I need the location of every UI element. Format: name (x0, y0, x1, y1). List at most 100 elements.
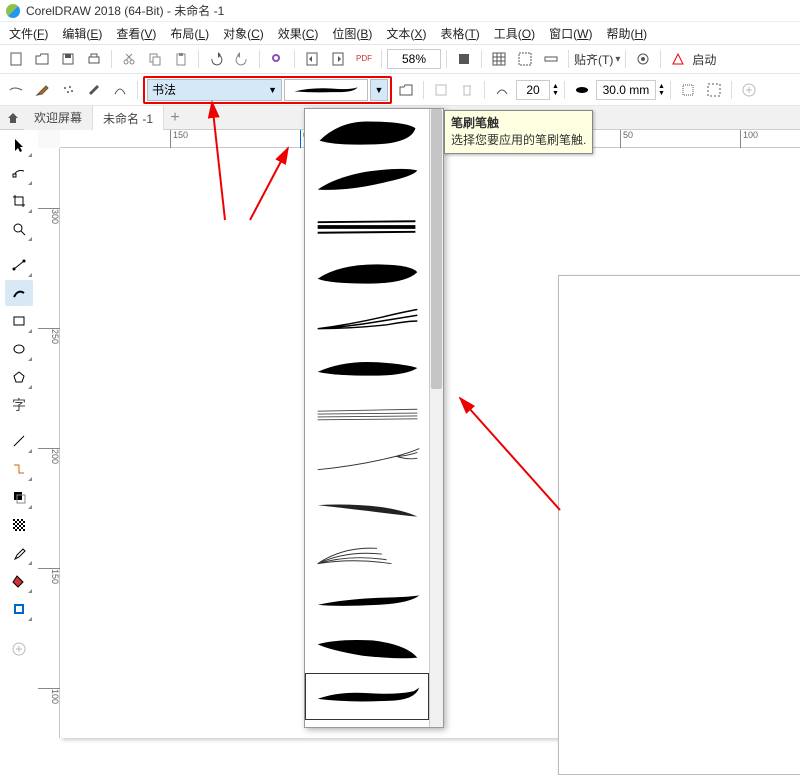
pick-tool[interactable] (5, 132, 33, 158)
brush-stroke-dropdown-arrow[interactable]: ▼ (370, 79, 388, 101)
crop-tool[interactable] (5, 188, 33, 214)
menu-object[interactable]: 对象(C) (220, 23, 267, 44)
import-button[interactable] (300, 47, 324, 71)
brush-item[interactable] (305, 156, 429, 203)
launch-label[interactable]: 启动 (692, 51, 716, 68)
expand-toolbox[interactable] (5, 636, 33, 662)
brush-type-dropdown[interactable]: 书法 ▼ (147, 79, 282, 101)
spinner-down[interactable]: ▼ (552, 90, 559, 97)
ruler-vertical: 300 250 200 150 100 (38, 148, 60, 738)
brush-item[interactable] (305, 109, 429, 156)
menu-tools[interactable]: 工具(O) (491, 23, 538, 44)
connector-tool[interactable] (5, 456, 33, 482)
chevron-down-icon: ▼ (268, 85, 277, 95)
brush-item[interactable] (305, 391, 429, 438)
brush-item[interactable] (305, 626, 429, 673)
spray-button[interactable] (56, 78, 80, 102)
tooltip: 笔刷笔触 选择您要应用的笔刷笔触. (444, 110, 593, 154)
fullscreen-button[interactable] (452, 47, 476, 71)
menu-table[interactable]: 表格(T) (437, 23, 482, 44)
brush-item[interactable] (305, 532, 429, 579)
polygon-tool[interactable] (5, 364, 33, 390)
open-button[interactable] (30, 47, 54, 71)
bounds-button[interactable] (702, 78, 726, 102)
save-brush-button[interactable] (429, 78, 453, 102)
brush-item[interactable] (305, 203, 429, 250)
menu-bitmap[interactable]: 位图(B) (329, 23, 375, 44)
bbox-button[interactable] (676, 78, 700, 102)
add-button[interactable] (737, 78, 761, 102)
brush-stroke-dropdown[interactable] (284, 79, 368, 101)
guides-button[interactable] (513, 47, 537, 71)
brush-item-selected[interactable] (305, 673, 429, 720)
home-icon[interactable] (2, 107, 24, 129)
transparency-tool[interactable] (5, 512, 33, 538)
preset-brush-button[interactable] (4, 78, 28, 102)
cut-button[interactable] (117, 47, 141, 71)
text-tool[interactable]: 字 (5, 392, 33, 418)
ruler-tick: 250 (38, 328, 60, 344)
print-button[interactable] (82, 47, 106, 71)
ruler-button[interactable] (539, 47, 563, 71)
rectangle-tool[interactable] (5, 308, 33, 334)
search-button[interactable] (265, 47, 289, 71)
tab-welcome[interactable]: 欢迎屏幕 (24, 105, 93, 130)
zoom-input[interactable] (387, 49, 441, 69)
brush-item[interactable] (305, 297, 429, 344)
redo-button[interactable] (230, 47, 254, 71)
brush-item[interactable] (305, 344, 429, 391)
brush-list[interactable] (305, 109, 429, 727)
smooth-input[interactable] (516, 80, 550, 100)
ellipse-tool[interactable] (5, 336, 33, 362)
export-button[interactable] (326, 47, 350, 71)
scrollbar-thumb[interactable] (431, 109, 442, 389)
menu-text[interactable]: 文本(X) (383, 23, 429, 44)
ruler-tick: 150 (170, 130, 188, 148)
fill-tool[interactable] (5, 568, 33, 594)
shape-tool[interactable] (5, 160, 33, 186)
outline-tool[interactable] (5, 596, 33, 622)
new-button[interactable] (4, 47, 28, 71)
artistic-media-tool[interactable] (5, 280, 33, 306)
eyedropper-tool[interactable] (5, 540, 33, 566)
publish-pdf-button[interactable]: PDF (352, 47, 376, 71)
paste-button[interactable] (169, 47, 193, 71)
brush-item[interactable] (305, 485, 429, 532)
save-button[interactable] (56, 47, 80, 71)
parallel-dim-tool[interactable] (5, 428, 33, 454)
options-button[interactable] (631, 47, 655, 71)
undo-button[interactable] (204, 47, 228, 71)
page-canvas-2[interactable] (558, 275, 800, 775)
width-spinner-up[interactable]: ▲ (658, 83, 665, 90)
tab-untitled[interactable]: 未命名 -1 (93, 104, 164, 131)
menu-edit[interactable]: 编辑(E) (59, 23, 105, 44)
spinner-up[interactable]: ▲ (552, 83, 559, 90)
delete-brush-button[interactable] (455, 78, 479, 102)
freehand-tool[interactable] (5, 252, 33, 278)
menu-effects[interactable]: 效果(C) (275, 23, 322, 44)
brush-item[interactable] (305, 720, 429, 727)
brush-tool-icon[interactable] (30, 78, 54, 102)
brush-item[interactable] (305, 438, 429, 485)
launch-icon[interactable] (666, 47, 690, 71)
brush-item[interactable] (305, 579, 429, 626)
menu-view[interactable]: 查看(V) (113, 23, 159, 44)
brush-item[interactable] (305, 250, 429, 297)
dropshadow-tool[interactable] (5, 484, 33, 510)
menu-help[interactable]: 帮助(H) (603, 23, 650, 44)
width-spinner-down[interactable]: ▼ (658, 90, 665, 97)
brush-scrollbar[interactable] (429, 109, 443, 727)
menu-file[interactable]: 文件(F) (6, 23, 51, 44)
copy-button[interactable] (143, 47, 167, 71)
browse-button[interactable] (394, 78, 418, 102)
grid-button[interactable] (487, 47, 511, 71)
snap-label[interactable]: 贴齐(T) (574, 51, 613, 68)
menu-layout[interactable]: 布局(L) (167, 23, 212, 44)
menu-window[interactable]: 窗口(W) (546, 23, 595, 44)
pressure-button[interactable] (108, 78, 132, 102)
ruler-tick: 300 (38, 208, 60, 224)
calligraphy-button[interactable] (82, 78, 106, 102)
add-tab-button[interactable]: + (164, 107, 186, 129)
width-input[interactable] (596, 80, 656, 100)
zoom-tool[interactable] (5, 216, 33, 242)
